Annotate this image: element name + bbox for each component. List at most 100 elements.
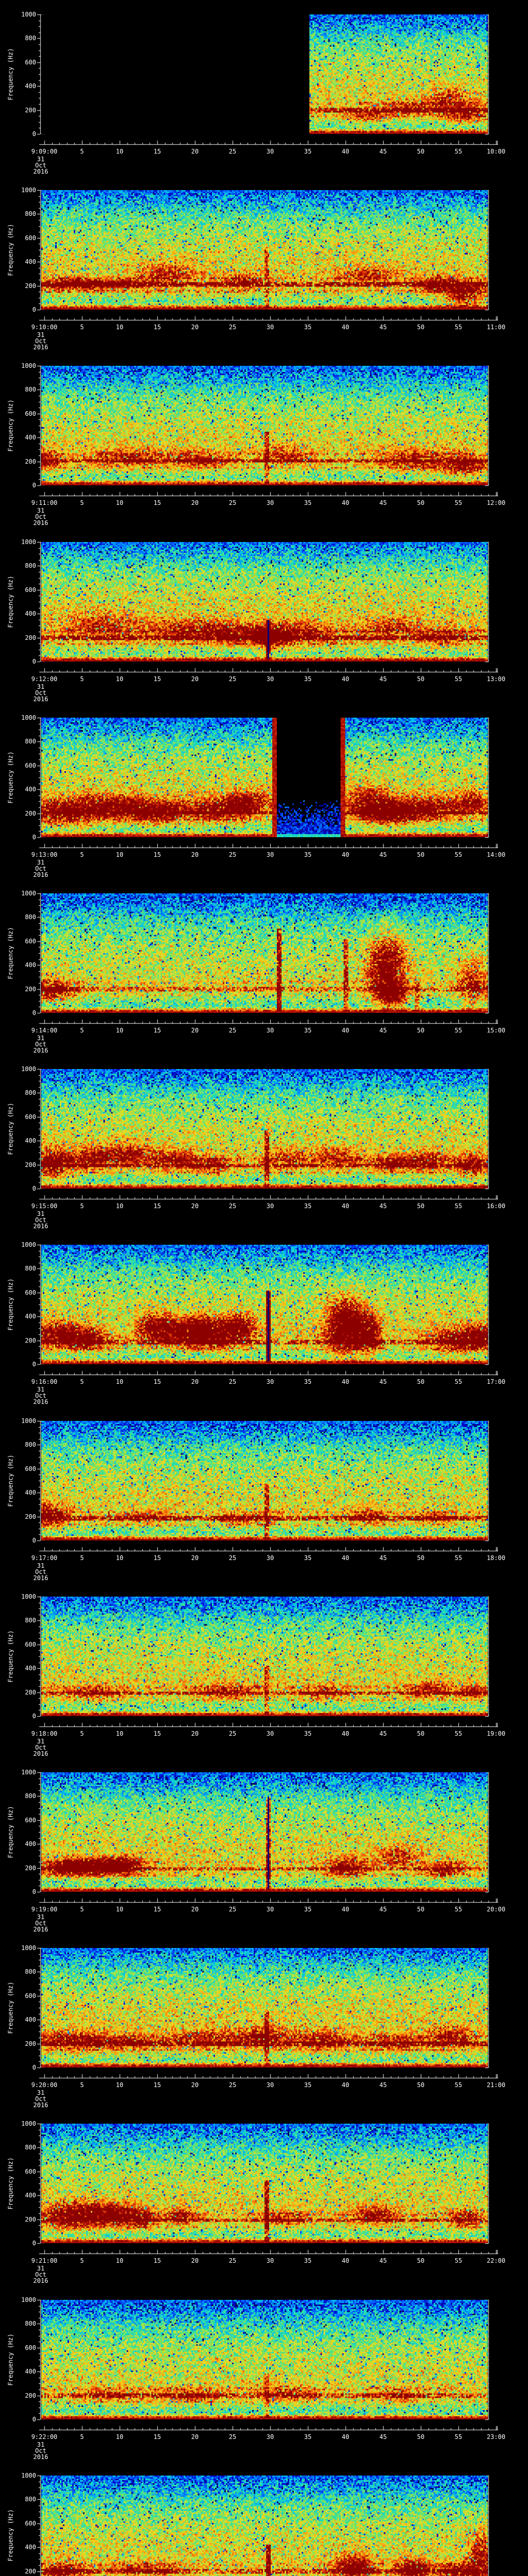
frequency-axis-title: Frequency (Hz) — [7, 224, 14, 276]
y-tick-label: 800 — [25, 1617, 36, 1624]
frequency-axis-title: Frequency (Hz) — [7, 2157, 14, 2210]
y-tick-label: 200 — [25, 2568, 36, 2575]
spectrogram-panel: Frequency (Hz)020040060080010009:23:0051… — [0, 2461, 528, 2576]
y-tick-label: 1000 — [21, 1417, 36, 1425]
frequency-axis-title: Frequency (Hz) — [7, 2333, 14, 2386]
x-tick-label: 5 — [80, 148, 84, 155]
x-tick-label: 45 — [379, 1027, 387, 1034]
x-tick-label: 40 — [341, 1906, 350, 1913]
frequency-axis-title: Frequency (Hz) — [7, 751, 14, 804]
x-tick-label: 40 — [341, 1202, 350, 1210]
date-label: 2016 — [33, 1926, 48, 1933]
y-tick-label: 600 — [25, 1817, 36, 1824]
frequency-axis-title-wrap: Frequency (Hz) — [3, 1772, 19, 1892]
x-tick-label: 20 — [191, 1027, 199, 1034]
y-tick-label: 0 — [32, 1361, 36, 1368]
x-tick-label: 40 — [341, 2257, 350, 2264]
frequency-axis-title-wrap: Frequency (Hz) — [3, 1597, 19, 1716]
x-tick-label: 25 — [228, 148, 237, 155]
x-axis-start-time: 9:10:00 — [31, 324, 58, 331]
y-tick-label: 1000 — [21, 2120, 36, 2127]
date-label: 2016 — [33, 519, 48, 527]
x-tick-label: 10 — [116, 499, 124, 506]
frequency-axis-title: Frequency (Hz) — [7, 575, 14, 628]
x-tick-label: 20 — [191, 2081, 199, 2089]
spectrogram-panel: Frequency (Hz) 0 200 400 600 800 1000 9:22:00 5 1… — [0, 2285, 528, 2462]
y-tick-label: 0 — [32, 482, 36, 489]
x-tick-label: 45 — [379, 499, 387, 506]
x-tick-label: 55 — [454, 1378, 463, 1385]
x-tick-label: 5 — [80, 1202, 84, 1210]
y-tick-label: 200 — [25, 282, 36, 290]
y-tick-label: 400 — [25, 1665, 36, 1672]
y-tick-label: 1000 — [21, 1944, 36, 1952]
x-axis-start-time: 9:21:00 — [31, 2257, 58, 2264]
x-tick-label: 35 — [304, 2081, 312, 2089]
x-tick-label: 40 — [341, 499, 350, 506]
spectrogram-panel: Frequency (Hz) 0 200 400 600 800 1000 9:20:00 5 1… — [0, 1934, 528, 2110]
x-tick-label: 5 — [80, 2257, 84, 2264]
frequency-axis-title-wrap: Frequency (Hz) — [3, 2124, 19, 2243]
x-tick-label: 40 — [341, 851, 350, 858]
date-label: 2016 — [33, 1398, 48, 1405]
x-axis-start-time: 9:13:00 — [31, 851, 58, 858]
frequency-axis-title: Frequency (Hz) — [7, 48, 14, 100]
y-tick-label: 600 — [25, 1465, 36, 1472]
y-tick-label: 1000 — [21, 714, 36, 721]
x-tick-label: 10 — [116, 1730, 124, 1737]
date-label: 2016 — [33, 696, 48, 703]
y-tick-label: 600 — [25, 2520, 36, 2527]
y-tick-label: 400 — [25, 1137, 36, 1144]
spectrogram-canvas — [41, 718, 488, 837]
x-axis-end-time: 15:00 — [486, 1027, 506, 1034]
x-tick-label: 50 — [417, 1202, 425, 1210]
x-tick-label: 30 — [266, 1730, 274, 1737]
x-tick-label: 25 — [228, 1027, 237, 1034]
frequency-axis-title: Frequency (Hz) — [7, 2509, 14, 2562]
x-tick-label: 50 — [417, 1378, 425, 1385]
y-tick-label: 800 — [25, 2144, 36, 2151]
x-tick-label: 20 — [191, 2433, 199, 2441]
spectrogram-canvas — [41, 366, 488, 485]
frequency-axis-title-wrap: Frequency (Hz) — [3, 1421, 19, 1540]
date-label: 2016 — [33, 2277, 48, 2284]
y-tick-label: 1000 — [21, 1065, 36, 1073]
frequency-axis-title: Frequency (Hz) — [7, 1103, 14, 1155]
x-tick-label: 45 — [379, 2433, 387, 2441]
y-tick-label: 0 — [32, 1009, 36, 1016]
y-tick-label: 600 — [25, 410, 36, 417]
x-axis-start-time: 9:15:00 — [31, 1202, 58, 1210]
x-tick-label: 45 — [379, 851, 387, 858]
x-axis-start-time: 9:17:00 — [31, 1554, 58, 1562]
x-tick-label: 10 — [116, 1554, 124, 1562]
date-label: 2016 — [33, 344, 48, 351]
x-axis-end-time: 20:00 — [486, 1906, 506, 1913]
x-axis-end-time: 19:00 — [486, 1730, 506, 1737]
y-tick-label: 200 — [25, 1337, 36, 1344]
x-tick-label: 50 — [417, 851, 425, 858]
x-tick-label: 55 — [454, 2081, 463, 2089]
x-tick-label: 50 — [417, 2257, 425, 2264]
frequency-axis-title: Frequency (Hz) — [7, 399, 14, 452]
x-tick-label: 25 — [228, 324, 237, 331]
x-tick-label: 45 — [379, 324, 387, 331]
x-tick-label: 15 — [153, 148, 161, 155]
x-tick-label: 35 — [304, 2257, 312, 2264]
spectrogram-panel: Frequency (Hz) 0 200 400 600 800 1000 9:14:00 5 1… — [0, 879, 528, 1055]
x-tick-label: 25 — [228, 1202, 237, 1210]
y-tick-label: 800 — [25, 35, 36, 42]
x-tick-label: 5 — [80, 324, 84, 331]
x-tick-label: 35 — [304, 675, 312, 683]
x-axis-start-time: 9:12:00 — [31, 675, 58, 683]
y-tick-label: 400 — [25, 2544, 36, 2551]
x-axis-end-time: 22:00 — [486, 2257, 506, 2264]
x-tick-label: 25 — [228, 2257, 237, 2264]
x-tick-label: 5 — [80, 1730, 84, 1737]
x-tick-label: 50 — [417, 1906, 425, 1913]
x-tick-label: 40 — [341, 1554, 350, 1562]
y-tick-label: 800 — [25, 210, 36, 217]
x-tick-label: 30 — [266, 499, 274, 506]
x-tick-label: 45 — [379, 2257, 387, 2264]
y-tick-label: 1000 — [21, 2296, 36, 2303]
x-tick-label: 45 — [379, 1202, 387, 1210]
